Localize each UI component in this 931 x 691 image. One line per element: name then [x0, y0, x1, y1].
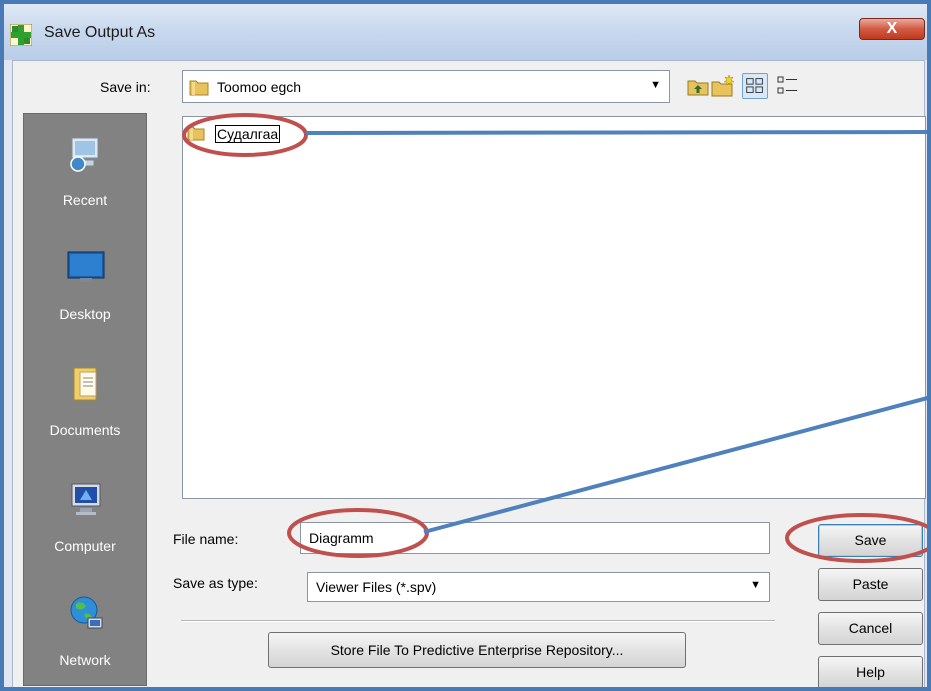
divider	[181, 620, 775, 622]
place-label: Desktop	[59, 306, 111, 322]
app-icon	[10, 24, 32, 46]
computer-icon	[71, 483, 101, 515]
dialog-body: Save in: Toomoo egch ▼ Recent Desktop Do…	[12, 60, 926, 687]
documents-icon	[73, 367, 97, 401]
save-button[interactable]: Save	[818, 524, 923, 557]
network-icon	[70, 596, 103, 629]
save-as-type-label: Save as type:	[173, 575, 258, 591]
dialog-window: Save Output As X Save in: Toomoo egch ▼	[0, 0, 931, 691]
file-list[interactable]: Судалгаа	[182, 116, 926, 499]
place-network[interactable]: Network	[24, 594, 146, 687]
desktop-icon	[67, 251, 105, 282]
places-bar: Recent Desktop Documents Computer Networ…	[23, 113, 147, 686]
store-button-label: Store File To Predictive Enterprise Repo…	[330, 642, 624, 658]
cancel-button-label: Cancel	[848, 620, 893, 636]
place-label: Network	[59, 652, 111, 668]
place-label: Computer	[54, 538, 116, 554]
save-as-type-value: Viewer Files (*.spv)	[316, 579, 437, 595]
place-label: Documents	[49, 422, 121, 438]
create-new-folder-icon[interactable]	[710, 73, 736, 99]
chevron-down-icon: ▼	[750, 579, 761, 591]
place-desktop[interactable]: Desktop	[24, 248, 146, 348]
recent-icon	[70, 137, 99, 172]
help-button-label: Help	[856, 664, 885, 680]
save-in-label: Save in:	[100, 79, 151, 95]
cancel-button[interactable]: Cancel	[818, 612, 923, 645]
paste-button[interactable]: Paste	[818, 568, 923, 601]
place-documents[interactable]: Documents	[24, 364, 146, 464]
save-button-label: Save	[854, 532, 887, 548]
close-icon: X	[886, 20, 898, 37]
store-to-repository-button[interactable]: Store File To Predictive Enterprise Repo…	[268, 632, 686, 668]
place-computer[interactable]: Computer	[24, 480, 146, 580]
save-in-dropdown[interactable]: Toomoo egch ▼	[182, 70, 670, 103]
place-label: Recent	[62, 192, 108, 208]
file-item-name: Судалгаа	[215, 125, 281, 143]
title-bar[interactable]: Save Output As X	[4, 4, 927, 60]
folder-icon	[189, 80, 209, 96]
list-view-icon[interactable]	[742, 73, 768, 99]
paste-button-label: Paste	[852, 576, 889, 592]
save-as-type-dropdown[interactable]: Viewer Files (*.spv) ▼	[307, 572, 770, 602]
file-name-label: File name:	[173, 531, 239, 547]
close-button[interactable]: X	[859, 18, 925, 40]
up-one-level-icon[interactable]	[685, 73, 711, 99]
window-title: Save Output As	[44, 24, 156, 41]
help-button[interactable]: Help	[818, 656, 923, 687]
details-view-icon[interactable]	[775, 73, 801, 99]
folder-icon	[187, 126, 205, 141]
save-in-value: Toomoo egch	[217, 79, 302, 95]
place-recent[interactable]: Recent	[24, 134, 146, 234]
chevron-down-icon: ▼	[650, 79, 661, 91]
file-name-field[interactable]	[300, 522, 770, 554]
